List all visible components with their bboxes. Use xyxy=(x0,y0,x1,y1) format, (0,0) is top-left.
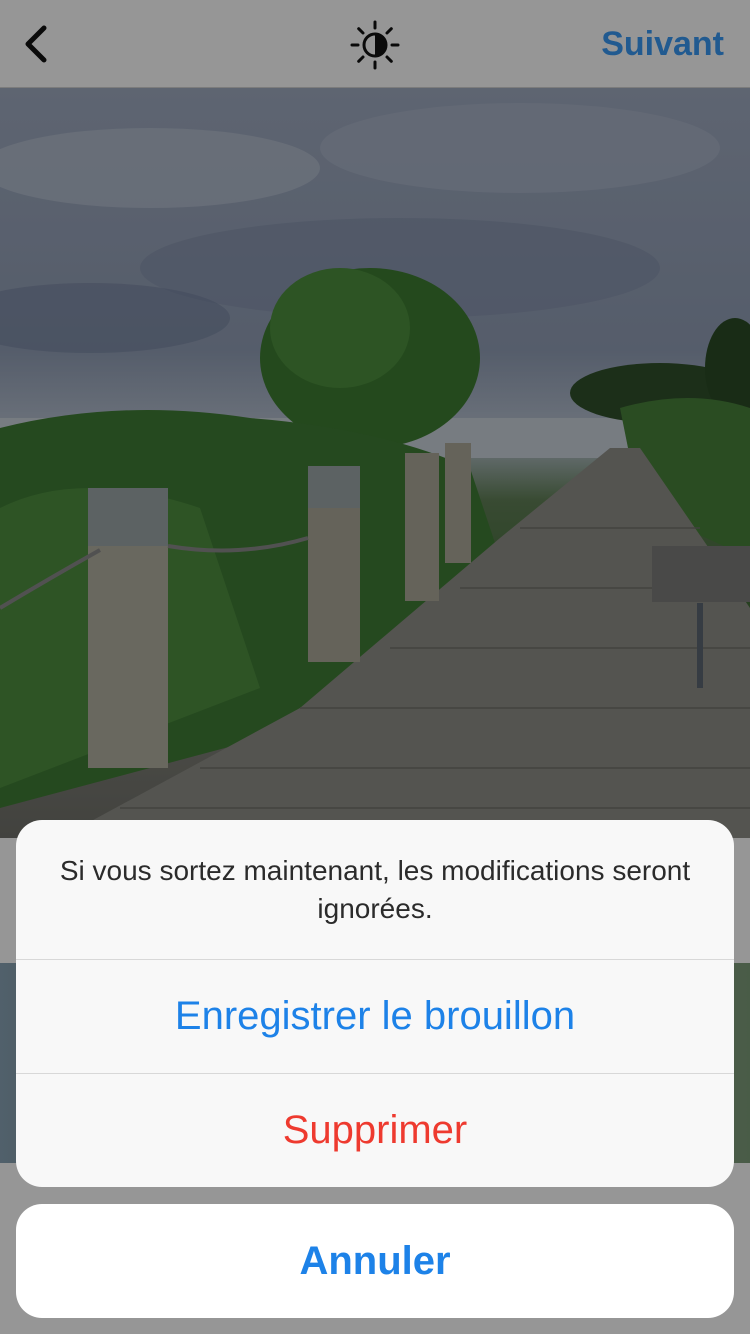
action-sheet-message: Si vous sortez maintenant, les modificat… xyxy=(59,855,691,924)
action-sheet: Si vous sortez maintenant, les modificat… xyxy=(16,820,734,1187)
delete-button[interactable]: Supprimer xyxy=(16,1073,734,1187)
save-draft-button[interactable]: Enregistrer le brouillon xyxy=(16,959,734,1073)
cancel-button[interactable]: Annuler xyxy=(16,1204,734,1318)
